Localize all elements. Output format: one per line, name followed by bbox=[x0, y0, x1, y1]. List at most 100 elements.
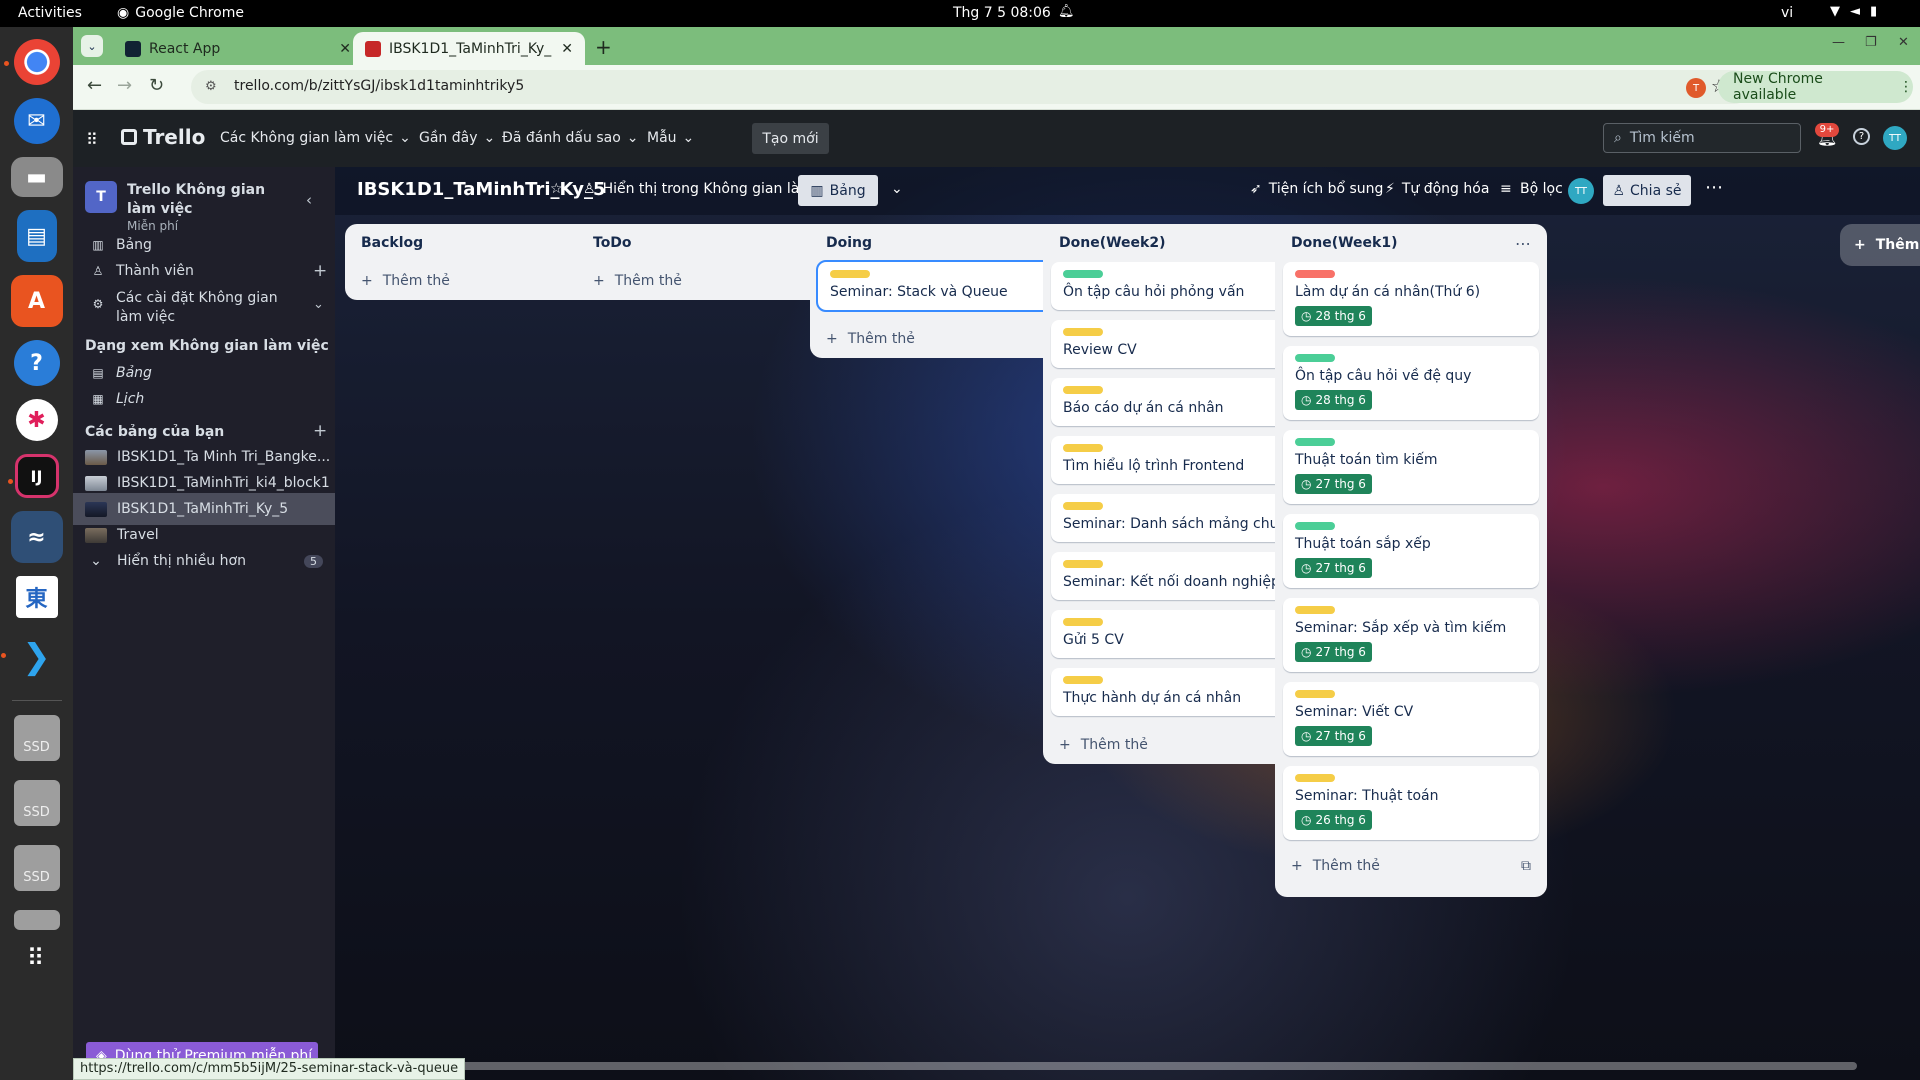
add-card-button[interactable]: +Thêm thẻ⧉ bbox=[810, 320, 1082, 358]
thunderbird-dock-icon[interactable]: ✉ bbox=[13, 98, 60, 144]
show-apps-grid-icon[interactable]: ⠿ bbox=[27, 946, 47, 970]
maximize-button[interactable]: ❐ bbox=[1865, 35, 1877, 50]
powerups-button[interactable]: ➶ Tiện ích bổ sung bbox=[1250, 181, 1383, 197]
board-menu-icon[interactable]: ⋯ bbox=[1705, 177, 1723, 198]
system-tray[interactable]: ▼ ◄ ▮ bbox=[1830, 4, 1877, 19]
search-input[interactable]: ⌕ Tìm kiếm bbox=[1603, 123, 1801, 153]
list-header[interactable]: Done(Week1) ⋯ bbox=[1275, 224, 1547, 262]
card[interactable]: Review CV bbox=[1051, 320, 1307, 368]
workspace-name[interactable]: Trello Không gian làm việc bbox=[127, 181, 267, 219]
profile-avatar[interactable]: T bbox=[1686, 78, 1706, 98]
card[interactable]: Gửi 5 CV bbox=[1051, 610, 1307, 658]
card[interactable]: Seminar: Thuật toán ◷ 26 thg 6 bbox=[1283, 766, 1539, 840]
help-dock-icon[interactable]: ? bbox=[13, 340, 60, 386]
card[interactable]: Thuật toán sắp xếp ◷ 27 thg 6 bbox=[1283, 514, 1539, 588]
forward-button[interactable]: → bbox=[117, 75, 132, 96]
card[interactable]: Ôn tập câu hỏi về đệ quy ◷ 28 thg 6 bbox=[1283, 346, 1539, 420]
drive-icon[interactable] bbox=[13, 910, 60, 930]
view-switcher-chevron-icon[interactable]: ⌄ bbox=[891, 181, 903, 197]
card[interactable]: Thuật toán tìm kiếm ◷ 27 thg 6 bbox=[1283, 430, 1539, 504]
card-label[interactable] bbox=[1295, 438, 1335, 446]
board-title[interactable]: IBSK1D1_TaMinhTri_Ky_5 bbox=[357, 179, 606, 200]
reload-button[interactable]: ↻ bbox=[149, 75, 164, 96]
filter-label[interactable]: Bộ lọc bbox=[1520, 181, 1563, 197]
nav-templates[interactable]: Mẫu ⌄ bbox=[647, 130, 694, 146]
card[interactable]: Seminar: Kết nối doanh nghiệp bbox=[1051, 552, 1307, 600]
nav-recent[interactable]: Gần đây ⌄ bbox=[419, 130, 495, 146]
board-member-avatar[interactable]: TT bbox=[1568, 178, 1594, 204]
card-label[interactable] bbox=[1063, 328, 1103, 336]
card-label[interactable] bbox=[830, 270, 870, 278]
add-card-button[interactable]: +Thêm thẻ⧉ bbox=[1275, 847, 1547, 885]
files-dock-icon[interactable]: ▬ bbox=[10, 157, 63, 197]
close-window-button[interactable]: ✕ bbox=[1898, 35, 1909, 50]
sidebar-view-calendar[interactable]: ▦ Lịch bbox=[91, 391, 144, 407]
ssd-drive-icon[interactable]: SSD bbox=[13, 845, 60, 891]
card[interactable]: Ôn tập câu hỏi phỏng vấn bbox=[1051, 262, 1307, 310]
list-title[interactable]: Done(Week2) bbox=[1059, 235, 1165, 251]
star-board-icon[interactable]: ☆ bbox=[550, 181, 563, 197]
add-card-button[interactable]: +Thêm thẻ⧉ bbox=[577, 262, 849, 300]
nav-starred[interactable]: Đã đánh dấu sao ⌄ bbox=[502, 130, 639, 146]
filter-button[interactable]: ≡ bbox=[1500, 181, 1512, 197]
site-info-icon[interactable]: ⚙ bbox=[205, 79, 217, 94]
card-label[interactable] bbox=[1063, 444, 1103, 452]
list-menu-icon[interactable]: ⋯ bbox=[1515, 234, 1531, 253]
tab-search-button[interactable]: ⌄ bbox=[81, 35, 103, 57]
slack-dock-icon[interactable]: ✱ bbox=[15, 399, 58, 441]
card-label[interactable] bbox=[1063, 618, 1103, 626]
horizontal-scrollbar[interactable] bbox=[335, 1062, 1857, 1070]
card[interactable]: Seminar: Viết CV ◷ 27 thg 6 bbox=[1283, 682, 1539, 756]
member-avatar[interactable]: TT bbox=[1883, 126, 1907, 150]
due-date-badge[interactable]: ◷ 28 thg 6 bbox=[1295, 306, 1372, 326]
create-button[interactable]: Tạo mới bbox=[752, 123, 829, 154]
back-button[interactable]: ← bbox=[87, 75, 102, 96]
card-label[interactable] bbox=[1063, 270, 1103, 278]
due-date-badge[interactable]: ◷ 26 thg 6 bbox=[1295, 810, 1372, 830]
ssd-drive-icon[interactable]: SSD bbox=[13, 780, 60, 826]
mysql-workbench-dock-icon[interactable]: ≈ bbox=[10, 511, 63, 563]
card[interactable]: Làm dự án cá nhân(Thứ 6) ◷ 28 thg 6 bbox=[1283, 262, 1539, 336]
due-date-badge[interactable]: ◷ 27 thg 6 bbox=[1295, 558, 1372, 578]
help-icon[interactable]: ? bbox=[1853, 128, 1870, 145]
list-title[interactable]: ToDo bbox=[593, 235, 632, 251]
sidebar-item-members[interactable]: ♙ Thành viên bbox=[91, 263, 194, 279]
sidebar-item-boards[interactable]: ▥ Bảng bbox=[91, 237, 152, 253]
activities-button[interactable]: Activities bbox=[18, 5, 82, 21]
chevron-down-icon[interactable]: ⌄ bbox=[313, 297, 324, 312]
card-label[interactable] bbox=[1295, 354, 1335, 362]
due-date-badge[interactable]: ◷ 27 thg 6 bbox=[1295, 642, 1372, 662]
input-method-dock-icon[interactable]: 東 bbox=[15, 576, 58, 618]
close-tab-icon[interactable]: ✕ bbox=[561, 41, 573, 57]
chrome-dock-icon[interactable] bbox=[3, 39, 60, 85]
card[interactable]: Tìm hiểu lộ trình Frontend bbox=[1051, 436, 1307, 484]
card-label[interactable] bbox=[1063, 386, 1103, 394]
card[interactable]: Thực hành dự án cá nhân bbox=[1051, 668, 1307, 716]
nav-workspaces[interactable]: Các Không gian làm việc ⌄ bbox=[220, 130, 411, 146]
collapse-sidebar-icon[interactable]: ‹ bbox=[306, 191, 312, 209]
card[interactable]: Báo cáo dự án cá nhân bbox=[1051, 378, 1307, 426]
app-center-dock-icon[interactable]: A bbox=[10, 275, 63, 327]
active-app-menu[interactable]: ◉ Google Chrome bbox=[117, 5, 244, 21]
add-board-icon[interactable]: + bbox=[313, 421, 327, 441]
intellij-dock-icon[interactable]: IJ bbox=[7, 454, 59, 498]
sidebar-view-board[interactable]: ▤ Bảng bbox=[91, 365, 152, 381]
share-button[interactable]: ♙ Chia sẻ bbox=[1603, 175, 1691, 206]
create-from-template-icon[interactable]: ⧉ bbox=[1521, 858, 1531, 874]
card-label[interactable] bbox=[1295, 774, 1335, 782]
list-header[interactable]: Doing⋯ bbox=[810, 224, 1082, 262]
card-label[interactable] bbox=[1295, 522, 1335, 530]
show-more-boards[interactable]: ⌄ Hiển thị nhiều hơn 5 bbox=[73, 545, 335, 577]
list-header[interactable]: ToDo⋯ bbox=[577, 224, 849, 262]
card[interactable]: Seminar: Stack và Queue✎ bbox=[816, 260, 1076, 312]
tab-trello-board[interactable]: IBSK1D1_TaMinhTri_Ky_ ✕ bbox=[353, 32, 585, 65]
list-title[interactable]: Doing bbox=[826, 235, 872, 251]
card-label[interactable] bbox=[1063, 676, 1103, 684]
list-title[interactable]: Backlog bbox=[361, 235, 423, 251]
view-board-button[interactable]: ▥ Bảng bbox=[798, 175, 878, 206]
list-title[interactable]: Done(Week1) bbox=[1291, 235, 1397, 251]
close-tab-icon[interactable]: ✕ bbox=[339, 41, 351, 57]
add-member-icon[interactable]: + bbox=[313, 261, 327, 281]
due-date-badge[interactable]: ◷ 28 thg 6 bbox=[1295, 390, 1372, 410]
card-label[interactable] bbox=[1295, 270, 1335, 278]
